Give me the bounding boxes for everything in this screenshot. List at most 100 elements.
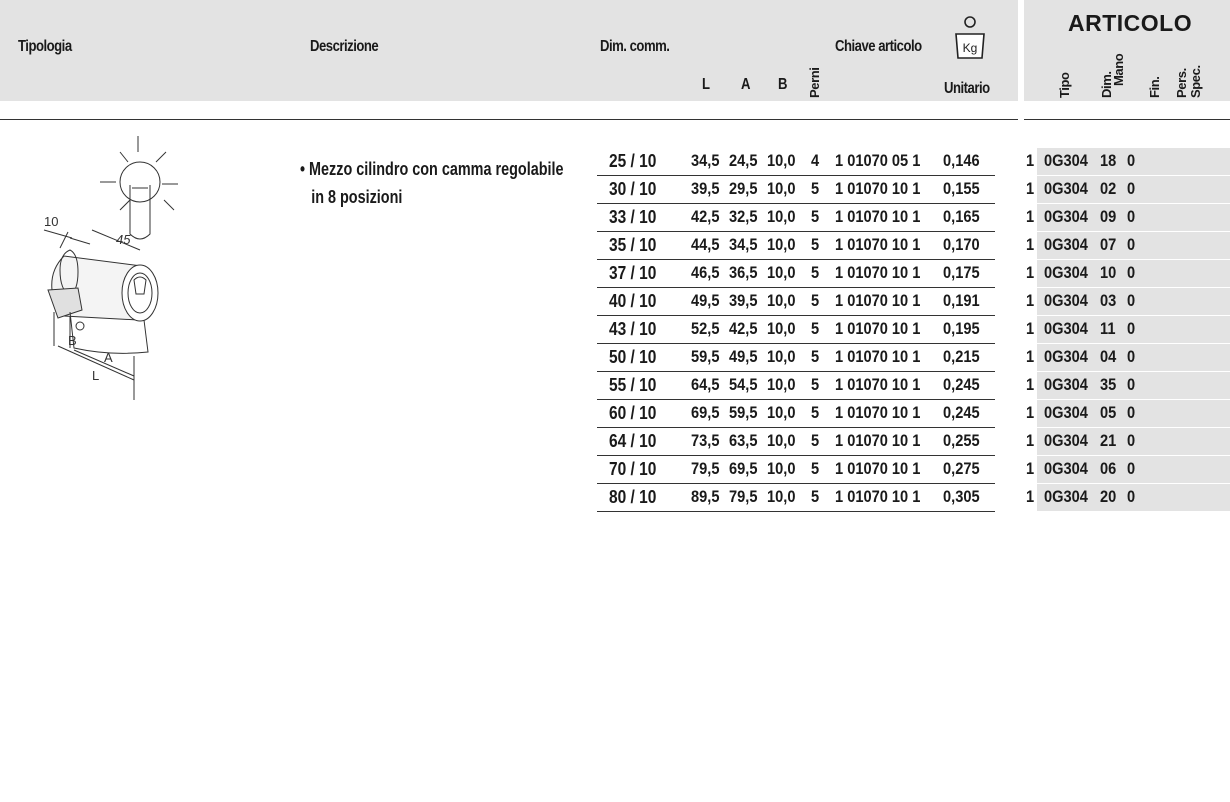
header-descrizione: Descrizione: [310, 38, 379, 55]
cell-tipo: 0G304: [1044, 207, 1088, 226]
header-dim-comm: Dim. comm.: [600, 38, 670, 55]
table-row: 37 / 10 46,5 36,5 10,0 5 1 01070 10 1 0,175: [597, 260, 995, 288]
cell-q: 1: [1026, 291, 1035, 310]
cell-unitario: 0,255: [943, 431, 980, 450]
description-line-2: in 8 posizioni: [311, 187, 403, 207]
cell-perni: 5: [811, 207, 820, 226]
header-tipologia: Tipologia: [18, 38, 72, 55]
header-rule-articolo: [1024, 119, 1230, 120]
articolo-row: 1 0G304 09 0: [1024, 204, 1230, 232]
articolo-row: 1 0G304 04 0: [1024, 344, 1230, 372]
articolo-row: 1 0G304 18 0: [1024, 148, 1230, 176]
cell-B: 10,0: [767, 459, 796, 478]
cell-perni: 5: [811, 179, 820, 198]
articolo-row: 1 0G304 21 0: [1024, 428, 1230, 456]
cell-perni: 5: [811, 235, 820, 254]
cell-dimart: 35: [1100, 375, 1117, 394]
header-unitario: Unitario: [944, 80, 990, 97]
cell-dim: 55 / 10: [609, 375, 657, 395]
kg-label: Kg: [963, 41, 978, 55]
cell-dim: 50 / 10: [609, 347, 657, 367]
table-row: 35 / 10 44,5 34,5 10,0 5 1 01070 10 1 0,170: [597, 232, 995, 260]
header-art-fin: Fin.: [1147, 76, 1162, 98]
cell-unitario: 0,191: [943, 291, 980, 310]
cell-perni: 5: [811, 459, 820, 478]
cell-B: 10,0: [767, 151, 796, 170]
header-art-pers: Pers.: [1174, 68, 1189, 98]
weight-kg-icon: Kg: [955, 16, 985, 59]
cell-A: 63,5: [729, 431, 758, 450]
cell-dimart: 03: [1100, 291, 1117, 310]
cell-q: 1: [1026, 403, 1035, 422]
cell-L: 44,5: [691, 235, 720, 254]
description-line-1: • Mezzo cilindro con camma regolabile: [300, 159, 564, 179]
cell-L: 39,5: [691, 179, 720, 198]
cell-tipo: 0G304: [1044, 235, 1088, 254]
cell-dim: 37 / 10: [609, 263, 657, 283]
cell-dimart: 05: [1100, 403, 1117, 422]
articolo-table: 1 0G304 18 0 1 0G304 02 0 1 0G304 09 0 1 0G304 07 0 1 0G3…: [1024, 148, 1230, 512]
cell-unitario: 0,155: [943, 179, 980, 198]
cell-perni: 5: [811, 487, 820, 506]
articolo-row: 1 0G304 10 0: [1024, 260, 1230, 288]
cell-x: 0: [1127, 347, 1136, 366]
cell-unitario: 0,195: [943, 319, 980, 338]
cell-x: 0: [1127, 207, 1136, 226]
cell-L: 46,5: [691, 263, 720, 282]
table-row: 80 / 10 89,5 79,5 10,0 5 1 01070 10 1 0,305: [597, 484, 995, 512]
cell-q: 1: [1026, 459, 1035, 478]
cell-perni: 5: [811, 403, 820, 422]
cell-chiave: 1 01070 05 1: [835, 151, 921, 170]
articolo-row: 1 0G304 35 0: [1024, 372, 1230, 400]
cell-A: 32,5: [729, 207, 758, 226]
cell-unitario: 0,165: [943, 207, 980, 226]
cell-q: 1: [1026, 179, 1035, 198]
cell-A: 36,5: [729, 263, 758, 282]
articolo-row: 1 0G304 20 0: [1024, 484, 1230, 512]
cell-x: 0: [1127, 487, 1136, 506]
cell-A: 24,5: [729, 151, 758, 170]
articolo-row: 1 0G304 05 0: [1024, 400, 1230, 428]
cell-B: 10,0: [767, 403, 796, 422]
cell-chiave: 1 01070 10 1: [835, 263, 921, 282]
cell-q: 1: [1026, 319, 1035, 338]
drawing-label-a: A: [104, 350, 113, 365]
cell-tipo: 0G304: [1044, 179, 1088, 198]
cell-q: 1: [1026, 151, 1035, 170]
cell-x: 0: [1127, 151, 1136, 170]
header-art-spec: Spec.: [1188, 65, 1203, 98]
header-col-a: A: [741, 76, 751, 93]
cell-dim: 80 / 10: [609, 487, 657, 507]
cell-perni: 5: [811, 263, 820, 282]
cell-L: 52,5: [691, 319, 720, 338]
cell-q: 1: [1026, 375, 1035, 394]
cell-B: 10,0: [767, 263, 796, 282]
cell-x: 0: [1127, 263, 1136, 282]
cell-L: 49,5: [691, 291, 720, 310]
cell-tipo: 0G304: [1044, 487, 1088, 506]
cell-q: 1: [1026, 263, 1035, 282]
cell-x: 0: [1127, 235, 1136, 254]
cell-chiave: 1 01070 10 1: [835, 235, 921, 254]
cell-chiave: 1 01070 10 1: [835, 459, 921, 478]
header-col-perni: Perni: [807, 67, 822, 98]
cell-B: 10,0: [767, 487, 796, 506]
cell-dimart: 10: [1100, 263, 1117, 282]
cell-L: 69,5: [691, 403, 720, 422]
cell-L: 79,5: [691, 459, 720, 478]
cell-A: 79,5: [729, 487, 758, 506]
cell-x: 0: [1127, 179, 1136, 198]
cell-chiave: 1 01070 10 1: [835, 291, 921, 310]
cell-chiave: 1 01070 10 1: [835, 403, 921, 422]
cell-chiave: 1 01070 10 1: [835, 487, 921, 506]
table-row: 70 / 10 79,5 69,5 10,0 5 1 01070 10 1 0,275: [597, 456, 995, 484]
cell-L: 89,5: [691, 487, 720, 506]
header-art-tipo: Tipo: [1057, 72, 1072, 98]
articolo-row: 1 0G304 11 0: [1024, 316, 1230, 344]
cell-dimart: 04: [1100, 347, 1117, 366]
table-row: 55 / 10 64,5 54,5 10,0 5 1 01070 10 1 0,245: [597, 372, 995, 400]
cell-tipo: 0G304: [1044, 459, 1088, 478]
cell-q: 1: [1026, 431, 1035, 450]
cell-chiave: 1 01070 10 1: [835, 431, 921, 450]
cell-L: 34,5: [691, 151, 720, 170]
